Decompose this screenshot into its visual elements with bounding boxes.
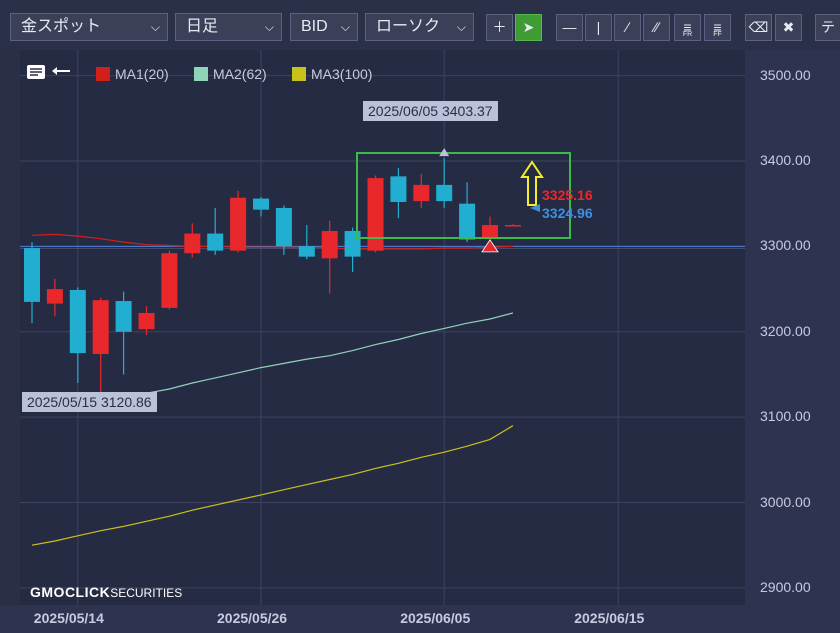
candle-body	[184, 233, 201, 254]
candle	[184, 223, 201, 258]
legend-label: MA2(62)	[213, 66, 267, 82]
candle-body	[436, 184, 453, 202]
legend-item-ma3[interactable]: MA3(100)	[292, 64, 372, 84]
candle	[367, 175, 384, 253]
candle-body	[344, 231, 361, 257]
candle	[344, 227, 361, 272]
candle	[46, 278, 63, 317]
candle	[504, 224, 521, 227]
candle	[24, 242, 40, 324]
price-tick-label: 3400.00	[760, 152, 811, 168]
candle-body	[115, 301, 132, 332]
legend-item-ma1[interactable]: MA1(20)	[96, 64, 169, 84]
price-tick-label: 3200.00	[760, 322, 811, 339]
up-arrow-icon	[520, 160, 544, 206]
low-price-tooltip: 2025/05/15 3120.86	[22, 392, 157, 412]
date-tick-label: 2025/06/05	[400, 610, 471, 626]
candle	[413, 173, 430, 208]
candle-body	[230, 197, 247, 251]
candle	[459, 182, 476, 243]
candle	[138, 306, 155, 336]
date-tick-label: 2025/06/15	[574, 610, 645, 626]
ma-line	[31, 425, 514, 546]
candle-body	[321, 231, 338, 259]
moving-average-lines	[31, 233, 514, 546]
date-tick-label: 2025/05/26	[217, 610, 288, 626]
candle	[298, 225, 315, 260]
candle	[230, 190, 247, 253]
candle	[253, 196, 269, 217]
legend-item-ma2[interactable]: MA2(62)	[194, 64, 267, 84]
candle-body	[46, 289, 63, 304]
candle	[207, 207, 224, 255]
ask-price-label: 3325.16	[542, 187, 593, 203]
legend-label: MA1(20)	[115, 66, 169, 82]
legend-swatch	[292, 67, 306, 81]
high-price-tooltip: 2025/06/05 3403.37	[363, 101, 498, 121]
candle-body	[504, 225, 521, 227]
price-tick-label: 3500.00	[760, 66, 811, 83]
candle-body	[275, 207, 292, 247]
candle-body	[413, 184, 430, 202]
candle-body	[367, 178, 384, 251]
candle	[321, 220, 338, 294]
candle-body	[69, 289, 86, 354]
candle-body	[161, 253, 178, 308]
logo-suffix: SECURITIES	[110, 586, 183, 600]
candlestick-chart	[20, 50, 745, 605]
price-tick-label: 2900.00	[760, 578, 811, 595]
logo-brand: GMOCLICK	[30, 584, 111, 600]
legend-swatch	[194, 67, 208, 81]
legend-label: MA3(100)	[311, 66, 373, 82]
candles	[24, 158, 521, 400]
candle-body	[207, 233, 224, 251]
legend-settings-icon[interactable]	[26, 61, 70, 88]
candle-body	[390, 176, 407, 202]
candle	[161, 250, 178, 310]
candle-body	[459, 203, 476, 240]
candle	[436, 158, 453, 208]
candle-body	[92, 300, 109, 354]
broker-logo: GMOCLICKSECURITIES	[30, 584, 182, 600]
candle-body	[24, 248, 40, 302]
candle	[69, 287, 86, 383]
price-tick-label: 3000.00	[760, 493, 811, 510]
candle-body	[138, 312, 155, 330]
price-tick-label: 3300.00	[760, 237, 811, 254]
candle-body	[253, 198, 269, 210]
bid-price-label: 3324.96	[542, 205, 593, 221]
candle	[390, 167, 407, 219]
legend-swatch	[96, 67, 110, 81]
price-tick-label: 3100.00	[760, 408, 811, 425]
current-candle-marker-icon	[481, 239, 499, 253]
candle	[115, 291, 132, 375]
candle-body	[482, 225, 498, 238]
date-tick-label: 2025/05/14	[33, 610, 104, 626]
candle-body	[298, 246, 315, 257]
candle	[92, 297, 109, 400]
